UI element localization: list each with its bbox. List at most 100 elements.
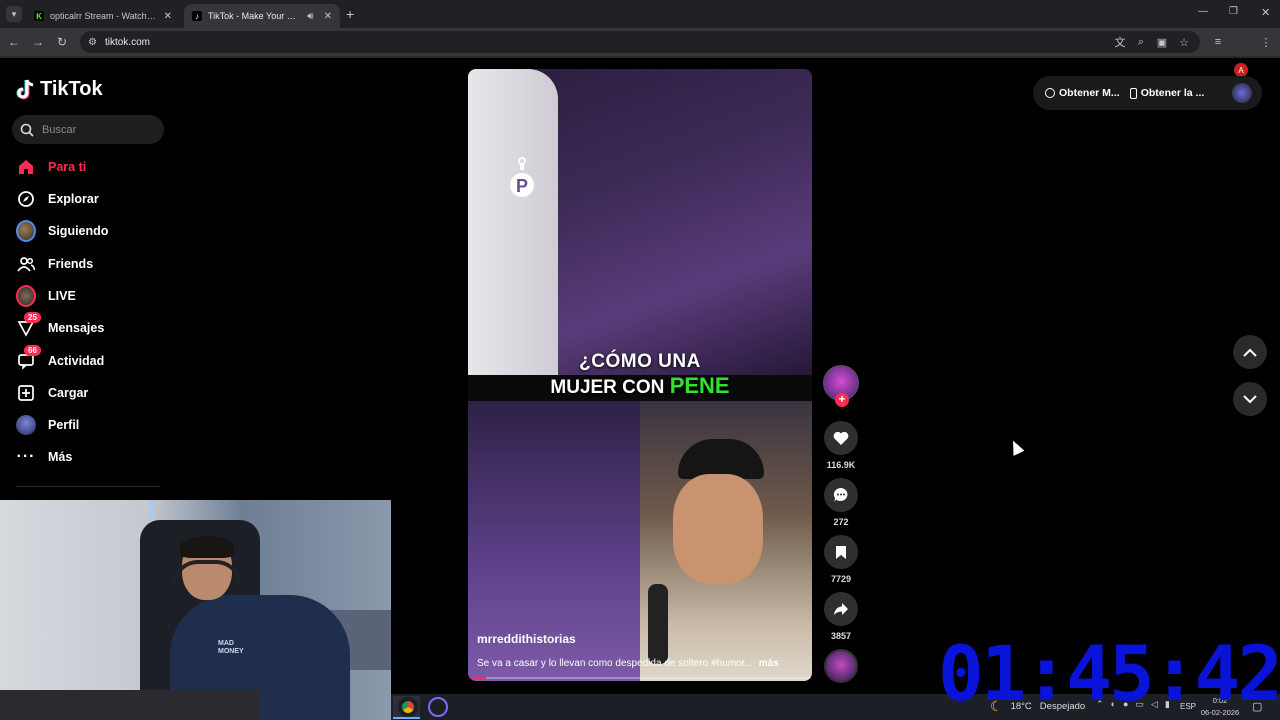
video-frame-mic <box>648 584 668 664</box>
tab-close-icon[interactable]: ✕ <box>324 11 332 22</box>
sidebar-item-label: Friends <box>48 257 94 271</box>
cast-icon[interactable]: ▣ <box>1154 34 1170 50</box>
reload-icon[interactable]: ↻ <box>54 34 70 50</box>
tab-search-button[interactable]: ▾ <box>6 6 22 22</box>
forward-arrow-icon[interactable]: → <box>30 34 46 50</box>
sidebar-item-label: Explorar <box>48 192 99 206</box>
video-progress-bar[interactable] <box>472 677 812 679</box>
activity-badge: 66 <box>24 345 41 356</box>
window-minimize-button[interactable]: — <box>1198 6 1208 17</box>
share-count: 3857 <box>830 631 852 641</box>
compass-icon <box>16 189 36 209</box>
browser-tab-bar: ▾ K opticalrr Stream - Watch Live o ✕ ♪ … <box>0 0 1280 28</box>
caption-highlight: PENE <box>669 373 730 398</box>
bookmark-icon <box>836 545 846 559</box>
save-count: 7729 <box>830 574 852 584</box>
live-avatar <box>16 285 36 307</box>
sidebar-item-label: Actividad <box>48 354 105 368</box>
sidebar-item-live[interactable]: LIVE <box>16 282 76 310</box>
sidebar-item-actividad[interactable]: 66 Actividad <box>16 345 105 375</box>
video-description: Se va a casar y lo llevan como despedida… <box>477 658 779 669</box>
cortana-taskbar-icon[interactable] <box>428 697 448 717</box>
zoom-icon[interactable]: ⌕ <box>1133 34 1149 50</box>
messages-badge: 25 <box>24 312 41 323</box>
window-close-button[interactable]: ✕ <box>1261 6 1270 19</box>
comment-button[interactable] <box>824 478 858 512</box>
profile-avatar-button[interactable]: A <box>1234 63 1248 77</box>
video-username[interactable]: mrreddithistorias <box>477 632 576 646</box>
previous-video-button[interactable] <box>1233 335 1267 369</box>
get-app-button[interactable]: Obtener la ... <box>1129 87 1204 99</box>
video-player[interactable]: P ¿CÓMO UNA MUJER CON PENE mrreddithisto… <box>468 69 812 681</box>
video-frame-face <box>673 474 763 584</box>
search-icon <box>20 123 34 137</box>
sidebar-item-explorar[interactable]: Explorar <box>16 185 99 213</box>
svg-text:P: P <box>516 176 528 196</box>
audio-playing-icon[interactable]: 🔊︎ <box>307 11 313 22</box>
sidebar-item-cargar[interactable]: Cargar <box>16 379 88 407</box>
heart-icon <box>833 431 849 445</box>
mouse-cursor-icon <box>1007 438 1025 456</box>
follow-plus-icon[interactable]: + <box>835 393 849 407</box>
video-caption-line1: ¿CÓMO UNA <box>579 351 701 372</box>
stream-timer: 01:45:42 <box>938 629 1280 718</box>
tab-groups-icon[interactable]: ≡ <box>1210 34 1226 50</box>
new-tab-button[interactable]: + <box>346 6 354 22</box>
sidebar-divider <box>16 486 160 487</box>
site-info-icon[interactable]: ⚙ <box>88 37 97 48</box>
sidebar-item-mensajes[interactable]: 25 Mensajes <box>16 312 105 342</box>
tiktok-logo[interactable]: TikTok <box>16 78 103 101</box>
user-avatar[interactable] <box>1232 83 1252 103</box>
webcam-desk <box>0 690 260 720</box>
browser-toolbar: ← → ↻ ⚙ tiktok.com 文 ⌕ ▣ ☆ ≡ A ⋮ <box>0 28 1280 77</box>
kick-favicon-icon: K <box>34 11 44 21</box>
sidebar-item-label: Para ti <box>48 160 87 174</box>
music-disc[interactable] <box>824 649 858 683</box>
tab-close-icon[interactable]: ✕ <box>164 11 172 22</box>
chevron-down-icon <box>1243 394 1257 403</box>
share-button[interactable] <box>824 592 858 626</box>
sidebar-item-friends[interactable]: Friends <box>16 250 93 278</box>
tab-title: opticalrr Stream - Watch Live o <box>50 11 158 21</box>
activity-icon: 66 <box>16 345 41 371</box>
browser-tab-tiktok[interactable]: ♪ TikTok - Make Your Day 🔊︎ ✕ <box>184 4 340 28</box>
window-restore-button[interactable]: ❐ <box>1229 6 1238 17</box>
chrome-taskbar-icon[interactable] <box>398 697 418 717</box>
sidebar-item-para-ti[interactable]: Para ti <box>16 153 86 181</box>
tiktok-note-icon <box>16 79 34 99</box>
sidebar-item-label: Mensajes <box>48 321 105 335</box>
more-icon: ··· <box>16 448 36 465</box>
translate-icon[interactable]: 文 <box>1112 34 1128 50</box>
more-link[interactable]: más <box>759 658 779 669</box>
address-bar[interactable]: ⚙ tiktok.com <box>80 31 1200 53</box>
sidebar-item-label: Cargar <box>48 386 89 400</box>
sidebar-item-perfil[interactable]: Perfil <box>16 411 79 439</box>
browser-tab-kick[interactable]: K opticalrr Stream - Watch Live o ✕ <box>26 4 180 28</box>
bookmark-star-icon[interactable]: ☆ <box>1176 34 1192 50</box>
upload-icon <box>16 383 36 403</box>
search-input[interactable]: Buscar <box>12 115 164 144</box>
video-caption-line2: MUJER CON PENE <box>550 373 730 398</box>
sidebar-item-label: LIVE <box>48 289 76 303</box>
next-video-button[interactable] <box>1233 382 1267 416</box>
search-placeholder: Buscar <box>42 123 77 136</box>
get-coins-button[interactable]: Obtener M... <box>1045 87 1120 99</box>
page-divider <box>0 56 1280 58</box>
channel-watermark-icon: P <box>508 155 536 197</box>
sidebar-item-label: Siguiendo <box>48 224 109 238</box>
tab-title: TikTok - Make Your Day <box>208 11 302 21</box>
comment-count: 272 <box>833 517 849 527</box>
webcam-overlay: MAD MONEY <box>0 500 391 720</box>
home-icon <box>16 157 36 177</box>
url-text: tiktok.com <box>104 36 150 48</box>
back-arrow-icon[interactable]: ← <box>6 34 22 50</box>
like-button[interactable] <box>824 421 858 455</box>
webcam-shirt-text: MAD MONEY <box>218 640 244 655</box>
save-button[interactable] <box>824 535 858 569</box>
sidebar-item-mas[interactable]: ··· Más <box>16 443 73 471</box>
sidebar-item-siguiendo[interactable]: Siguiendo <box>16 217 108 245</box>
messages-icon: 25 <box>16 312 41 338</box>
chevron-up-icon <box>1243 348 1257 357</box>
menu-kebab-icon[interactable]: ⋮ <box>1258 34 1274 50</box>
share-icon <box>834 603 848 615</box>
